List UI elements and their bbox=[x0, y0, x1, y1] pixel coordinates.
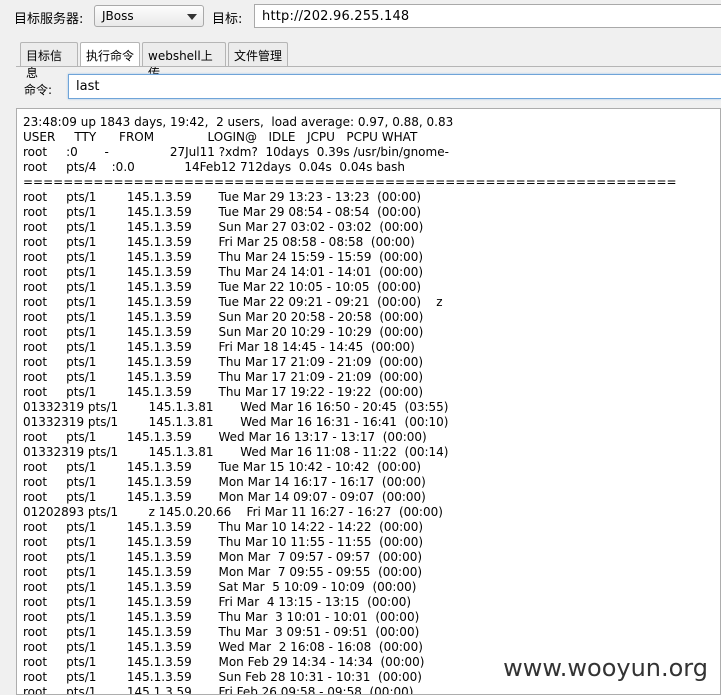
output-line: root pts/1 145.1.3.59 Thu Mar 24 14:01 -… bbox=[23, 265, 424, 279]
target-input[interactable]: http://202.96.255.148 bbox=[254, 4, 721, 28]
output-line: root pts/1 145.1.3.59 Wed Mar 2 16:08 - … bbox=[23, 640, 423, 654]
tab-file-manager[interactable]: 文件管理 bbox=[228, 42, 288, 66]
server-select-value: JBoss bbox=[102, 9, 134, 23]
output-line: root pts/4 :0.0 14Feb12 712days 0.04s 0.… bbox=[23, 160, 406, 174]
output-line: root pts/1 145.1.3.59 Thu Mar 17 21:09 -… bbox=[23, 355, 424, 369]
output-line: root pts/1 145.1.3.59 Fri Mar 25 08:58 -… bbox=[23, 235, 415, 249]
chevron-down-icon bbox=[187, 14, 197, 20]
tab-target-info[interactable]: 目标信息 bbox=[20, 42, 78, 80]
output-line: root pts/1 145.1.3.59 Mon Mar 7 09:57 - … bbox=[23, 550, 423, 564]
output-line: root pts/1 145.1.3.59 Mon Mar 14 09:07 -… bbox=[23, 490, 426, 504]
command-input[interactable]: last bbox=[68, 74, 721, 99]
output-line: root pts/1 145.1.3.59 Fri Mar 4 13:15 - … bbox=[23, 595, 412, 609]
output-line: root pts/1 145.1.3.59 Thu Mar 10 11:55 -… bbox=[23, 535, 424, 549]
output-line: 01202893 pts/1 z 145.0.20.66 Fri Mar 11 … bbox=[23, 505, 443, 519]
output-line: root pts/1 145.1.3.59 Thu Mar 17 19:22 -… bbox=[23, 385, 424, 399]
tab-webshell-upload[interactable]: webshell上传 bbox=[142, 42, 226, 80]
output-line: root pts/1 145.1.3.59 Tue Mar 29 13:23 -… bbox=[23, 190, 422, 204]
output-line: root pts/1 145.1.3.59 Tue Mar 22 09:21 -… bbox=[23, 295, 443, 309]
output-line: root pts/1 145.1.3.59 Tue Mar 29 08:54 -… bbox=[23, 205, 422, 219]
main-panel: 目标信息 执行命令 webshell上传 文件管理 命令: last 23:48… bbox=[16, 40, 721, 695]
output-line: ========================================… bbox=[23, 175, 677, 189]
output-line: root pts/1 145.1.3.59 Sat Mar 5 10:09 - … bbox=[23, 580, 417, 594]
tab-execute-command[interactable]: 执行命令 bbox=[80, 42, 140, 66]
output-line: root pts/1 145.1.3.59 Tue Mar 15 10:42 -… bbox=[23, 460, 422, 474]
output-line: 01332319 pts/1 145.1.3.81 Wed Mar 16 16:… bbox=[23, 400, 449, 414]
output-line: 23:48:09 up 1843 days, 19:42, 2 users, l… bbox=[23, 115, 454, 129]
output-line: root pts/1 145.1.3.59 Sun Mar 20 10:29 -… bbox=[23, 325, 424, 339]
toolbar: 目标服务器: JBoss 目标: http://202.96.255.148 bbox=[0, 0, 721, 34]
command-output[interactable]: 23:48:09 up 1843 days, 19:42, 2 users, l… bbox=[16, 108, 721, 695]
output-line: root pts/1 145.1.3.59 Tue Mar 22 10:05 -… bbox=[23, 280, 422, 294]
output-line: root pts/1 145.1.3.59 Sun Mar 20 20:58 -… bbox=[23, 310, 424, 324]
output-line: root pts/1 145.1.3.59 Mon Mar 7 09:55 - … bbox=[23, 565, 423, 579]
output-line: root pts/1 145.1.3.59 Mon Mar 14 16:17 -… bbox=[23, 475, 426, 489]
output-line: root pts/1 145.1.3.59 Thu Mar 3 09:51 - … bbox=[23, 625, 420, 639]
watermark: www.wooyun.org bbox=[499, 654, 712, 682]
output-line: 01332319 pts/1 145.1.3.81 Wed Mar 16 16:… bbox=[23, 415, 449, 429]
output-line: root pts/1 145.1.3.59 Thu Mar 10 14:22 -… bbox=[23, 520, 424, 534]
server-label: 目标服务器: bbox=[14, 12, 84, 27]
command-label: 命令: bbox=[24, 83, 53, 97]
tab-divider bbox=[16, 66, 721, 67]
output-line: root pts/1 145.1.3.59 Fri Feb 26 09:58 -… bbox=[23, 685, 414, 695]
target-label: 目标: bbox=[212, 12, 243, 27]
output-line: root pts/1 145.1.3.59 Wed Mar 16 13:17 -… bbox=[23, 430, 427, 444]
output-line: root pts/1 145.1.3.59 Sun Mar 27 03:02 -… bbox=[23, 220, 424, 234]
output-line: root pts/1 145.1.3.59 Thu Mar 3 10:01 - … bbox=[23, 610, 420, 624]
output-line: root pts/1 145.1.3.59 Thu Mar 17 21:09 -… bbox=[23, 370, 424, 384]
server-select[interactable]: JBoss bbox=[94, 5, 204, 27]
output-line: root pts/1 145.1.3.59 Fri Mar 18 14:45 -… bbox=[23, 340, 415, 354]
output-line: root pts/1 145.1.3.59 Thu Mar 24 15:59 -… bbox=[23, 250, 424, 264]
output-line: 01332319 pts/1 145.1.3.81 Wed Mar 16 11:… bbox=[23, 445, 449, 459]
output-line: USER TTY FROM LOGIN@ IDLE JCPU PCPU WHAT bbox=[23, 130, 418, 144]
output-line: root :0 - 27Jul11 ?xdm? 10days 0.39s /us… bbox=[23, 145, 449, 159]
